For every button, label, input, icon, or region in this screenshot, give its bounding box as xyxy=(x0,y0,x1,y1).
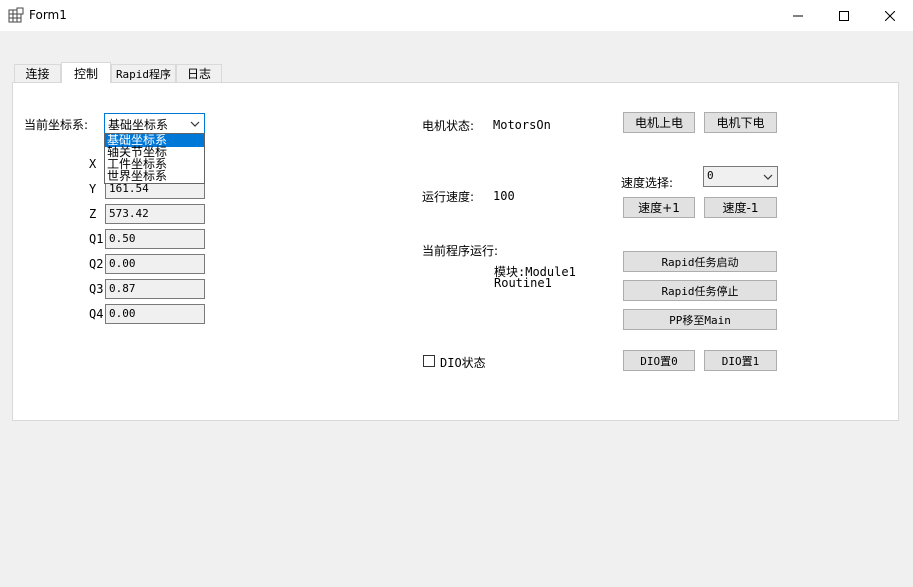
program-routine: Routine1 xyxy=(494,276,552,290)
current-program-label: 当前程序运行: xyxy=(422,244,499,258)
field-label-z: Z xyxy=(89,207,97,221)
tab-control[interactable]: 控制 xyxy=(61,62,111,83)
close-icon xyxy=(885,10,895,21)
field-label-q2: Q2 xyxy=(89,257,104,271)
motor-off-button[interactable]: 电机下电 xyxy=(704,112,777,133)
rapid-start-button[interactable]: Rapid任务启动 xyxy=(623,251,777,272)
maximize-button[interactable] xyxy=(821,0,867,31)
close-button[interactable] xyxy=(867,0,913,31)
window-title: Form1 xyxy=(29,8,67,22)
app-grid-icon xyxy=(8,7,24,23)
field-label-q1: Q1 xyxy=(89,232,104,246)
field-q4[interactable]: 0.00 xyxy=(105,304,205,324)
dio-set0-button[interactable]: DIO置0 xyxy=(623,350,695,371)
coord-system-value: 基础坐标系 xyxy=(108,118,169,132)
field-q1[interactable]: 0.50 xyxy=(105,229,205,249)
coord-system-label: 当前坐标系: xyxy=(24,118,89,132)
speed-minus-button[interactable]: 速度-1 xyxy=(704,197,777,218)
field-label-q4: Q4 xyxy=(89,307,104,321)
tab-rapid-program[interactable]: Rapid程序 xyxy=(111,64,176,82)
dio-set1-button[interactable]: DIO置1 xyxy=(704,350,777,371)
motor-status-label: 电机状态: xyxy=(422,119,475,133)
minimize-button[interactable] xyxy=(775,0,821,31)
speed-select-value: 0 xyxy=(707,169,714,182)
speed-select[interactable]: 0 xyxy=(703,166,778,187)
run-speed-value: 100 xyxy=(493,189,515,203)
maximize-icon xyxy=(839,10,849,21)
motor-status-value: MotorsOn xyxy=(493,118,551,132)
speed-select-label: 速度选择: xyxy=(621,176,674,190)
field-z[interactable]: 573.42 xyxy=(105,204,205,224)
field-label-y: Y xyxy=(89,182,97,196)
coord-system-select[interactable]: 基础坐标系 xyxy=(104,113,205,134)
field-label-x: X xyxy=(89,157,97,171)
run-speed-label: 运行速度: xyxy=(422,190,475,204)
minimize-icon xyxy=(793,15,803,16)
dio-status-label: DIO状态 xyxy=(440,356,486,370)
field-q2[interactable]: 0.00 xyxy=(105,254,205,274)
pp-to-main-button[interactable]: PP移至Main xyxy=(623,309,777,330)
dio-status-checkbox[interactable] xyxy=(423,355,435,367)
motor-on-button[interactable]: 电机上电 xyxy=(623,112,695,133)
field-label-q3: Q3 xyxy=(89,282,104,296)
chevron-down-icon xyxy=(190,121,200,127)
tab-connect[interactable]: 连接 xyxy=(14,64,61,82)
tab-log[interactable]: 日志 xyxy=(176,64,222,82)
coord-option-world[interactable]: 世界坐标系 xyxy=(105,170,204,183)
rapid-stop-button[interactable]: Rapid任务停止 xyxy=(623,280,777,301)
field-q3[interactable]: 0.87 xyxy=(105,279,205,299)
title-bar: Form1 xyxy=(0,0,913,31)
speed-plus-button[interactable]: 速度+1 xyxy=(623,197,695,218)
chevron-down-icon xyxy=(763,174,773,180)
coord-system-dropdown: 基础坐标系 轴关节坐标 工件坐标系 世界坐标系 xyxy=(104,133,205,184)
